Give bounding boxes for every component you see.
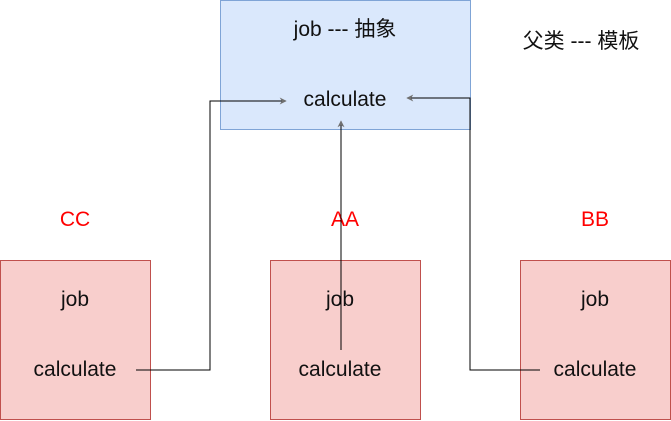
class-label-bb: BB	[580, 208, 610, 231]
cc-method: calculate	[33, 358, 117, 381]
class-box-aa	[270, 260, 421, 420]
bb-field: job	[580, 288, 610, 311]
class-box-cc	[0, 260, 151, 420]
class-box-bb	[520, 260, 671, 420]
bb-method: calculate	[553, 358, 637, 381]
parent-title: job --- 抽象	[293, 18, 397, 41]
class-label-cc: CC	[59, 208, 91, 231]
aa-field: job	[325, 288, 355, 311]
template-note: 父类 --- 模板	[522, 30, 640, 53]
parent-method: calculate	[303, 88, 387, 111]
aa-method: calculate	[298, 358, 382, 381]
cc-field: job	[60, 288, 90, 311]
class-label-aa: AA	[330, 208, 360, 231]
connector-cc	[136, 97, 287, 371]
